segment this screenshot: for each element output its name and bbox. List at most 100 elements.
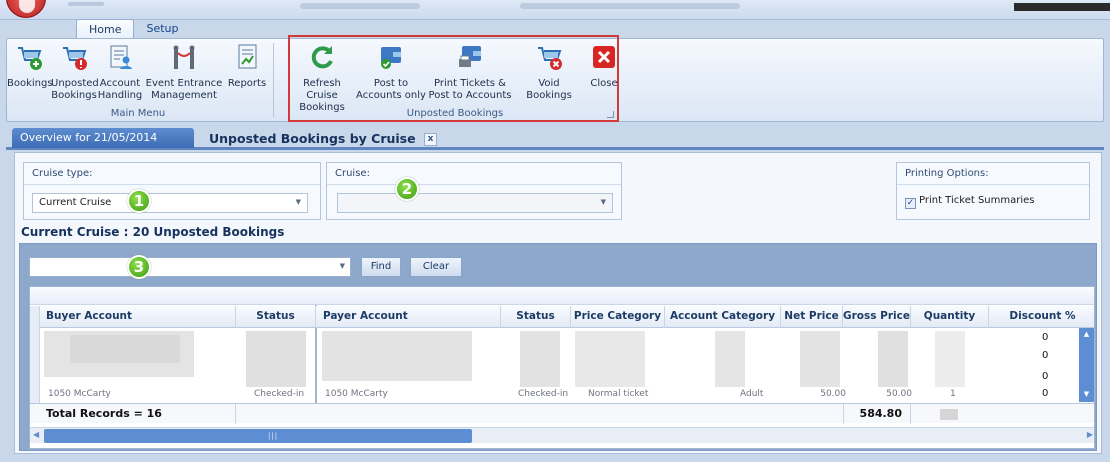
post-to-label-2: Accounts only [356,90,426,101]
scroll-down-icon[interactable]: ▼ [1082,390,1091,398]
close-icon [593,46,615,68]
ribbon-tab-setup[interactable]: Setup [134,19,190,39]
scroll-thumb[interactable]: ||| [44,429,472,443]
chevron-down-icon: ▼ [600,198,606,206]
callout-badge-3: 3 [127,255,151,279]
search-input[interactable]: ▼ [29,257,351,277]
col-buyer-account[interactable]: Buyer Account [40,306,236,328]
group-dialog-launcher-icon[interactable] [607,111,614,118]
ribbon-tab-home[interactable]: Home [76,19,135,39]
print-tickets-label-1: Print Tickets & [434,78,506,89]
col-quantity[interactable]: Quantity [911,306,989,328]
cell-payer: 1050 McCarty [325,389,388,399]
cruise-label: Cruise: [327,163,621,185]
cell-payer-status: Checked-in [518,389,569,399]
main-menu-group-label: Main Menu [110,108,166,119]
col-status[interactable]: Status [236,306,316,328]
horizontal-scrollbar[interactable]: ◀ ||| ▶ [30,427,1094,443]
cruise-type-value: Current Cruise [39,197,112,208]
cruise-select[interactable]: ▼ [337,193,613,213]
scroll-up-icon[interactable]: ▲ [1082,330,1091,338]
window-title-blur [520,3,740,9]
close-button[interactable]: Close [587,43,621,90]
print-post-icon [459,46,481,67]
cruise-type-select[interactable]: Current Cruise ▼ [32,193,308,213]
tab-unposted-bookings[interactable]: Unposted Bookings by Cruise x [201,128,445,148]
col-account-category[interactable]: Account Category [665,306,781,328]
unposted-bookings-label-1: Unposted [51,78,99,89]
refresh-cruise-bookings-button[interactable]: Refresh Cruise Bookings [290,43,354,114]
printing-options-label: Printing Options: [897,163,1089,185]
cell-net-price: 50.00 [820,389,846,399]
post-accounts-icon [381,47,401,69]
ribbon-group-separator [273,43,274,117]
bookings-button[interactable]: Bookings [7,43,53,90]
account-handling-label-2: Handling [97,90,143,101]
account-user-icon [110,45,132,69]
cruise-type-label: Cruise type: [24,163,320,185]
print-tickets-post-button[interactable]: Print Tickets & Post to Accounts [426,43,514,102]
scroll-right-icon[interactable]: ▶ [1087,430,1093,439]
cell-status: Checked-in [254,389,305,399]
grid-footer: Total Records = 16 584.80 [30,403,1094,424]
event-entrance-label-1: Event Entrance [145,78,223,89]
grid-container: ▼ 3 Find Clear Buyer Account Status Paye… [19,243,1097,451]
close-label: Close [590,78,618,89]
callout-badge-1: 1 [127,189,151,213]
print-tickets-label-2: Post to Accounts [428,90,512,101]
account-handling-label-1: Account [99,78,141,89]
quick-access-toolbar[interactable] [68,2,104,6]
scroll-left-icon[interactable]: ◀ [33,430,39,439]
col-payer-account[interactable]: Payer Account [317,306,501,328]
cell-gross-price: 50.00 [886,389,912,399]
tab-close-icon[interactable]: x [423,133,437,146]
gate-entrance-icon [173,45,195,69]
tab-overview[interactable]: Overview for 21/05/2014 [12,128,194,148]
reports-button[interactable]: Reports [225,43,269,90]
summary-title: Current Cruise : 20 Unposted Bookings [21,225,285,239]
tab-unposted-title: Unposted Bookings by Cruise [209,131,416,146]
col-gross-price[interactable]: Gross Price [843,306,911,328]
ribbon: Bookings Unposted Bookings Account Handl… [6,35,1104,122]
clear-button[interactable]: Clear [410,257,462,277]
row-selector-column[interactable] [30,328,40,403]
group-by-panel [30,287,1094,305]
cart-void-icon [538,47,562,70]
refresh-icon [311,46,333,69]
col-price-category[interactable]: Price Category [571,306,665,328]
table-row[interactable]: 1050 McCarty Checked-in 1050 McCarty Che… [40,389,1080,402]
app-menu-orb[interactable] [6,0,46,18]
unposted-bookings-label-2: Bookings [51,90,97,101]
cell-discount: 0 [1042,388,1049,399]
cell-quantity: 1 [950,389,956,399]
content-panel: Cruise type: Current Cruise ▼ 1 Cruise: … [14,152,1102,454]
cell-discount: 0 [1042,371,1049,382]
find-button[interactable]: Find [361,257,401,277]
window-controls[interactable] [1014,3,1110,11]
print-summaries-option[interactable]: ✓ Print Ticket Summaries [905,195,1035,209]
post-to-accounts-button[interactable]: Post to Accounts only [356,43,426,102]
document-tab-bar: Overview for 21/05/2014 Unposted Booking… [6,126,1104,150]
account-handling-button[interactable]: Account Handling [97,43,143,102]
col-net-price[interactable]: Net Price [781,306,843,328]
vertical-scrollbar[interactable]: ▲ ▼ [1079,328,1094,402]
chevron-down-icon: ▼ [295,198,301,206]
col-discount[interactable]: Discount % [989,306,1094,328]
cell-buyer: 1050 McCarty [48,389,111,399]
col-payer-status[interactable]: Status [501,306,571,328]
event-entrance-button[interactable]: Event Entrance Management [143,43,225,102]
cruise-group: Cruise: ▼ [326,162,622,220]
void-bookings-button[interactable]: Void Bookings [515,43,583,102]
window-title-blur [300,3,420,9]
checkbox-checked-icon[interactable]: ✓ [905,198,916,209]
cell-discount: 0 [1042,332,1049,343]
grip-icon: ||| [268,432,279,440]
cart-warning-icon [63,47,87,70]
unposted-bookings-button[interactable]: Unposted Bookings [51,43,99,102]
printing-options-group: Printing Options: ✓ Print Ticket Summarie… [896,162,1090,220]
refresh-cruise-label-1: Refresh Cruise [303,78,341,101]
bookings-button-label: Bookings [7,78,53,89]
bookings-grid: Buyer Account Status Payer Account Statu… [29,286,1095,449]
redacted-quantity-total [940,409,958,420]
reports-label: Reports [227,78,267,89]
